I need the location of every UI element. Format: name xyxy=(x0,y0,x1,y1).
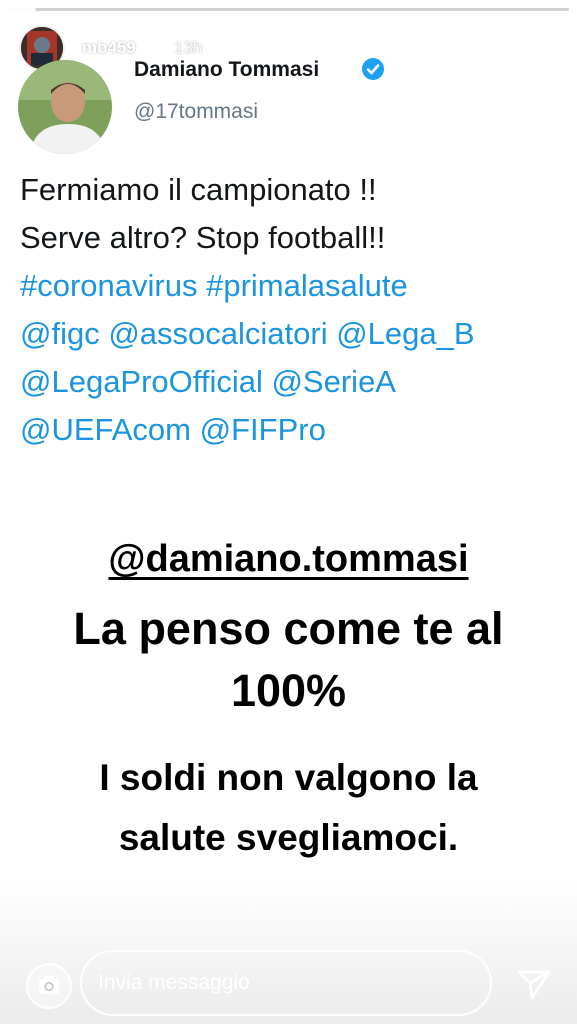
tweet-mentions: @LegaProOfficial @SerieA xyxy=(20,364,396,399)
story-text-line: 100% xyxy=(230,665,347,716)
story-text-large: La penso come te al 100% xyxy=(0,598,577,722)
tweet-author-avatar xyxy=(18,60,112,154)
camera-icon[interactable] xyxy=(26,963,72,1009)
tweet-author-handle: @17tommasi xyxy=(134,100,259,123)
story-progress-bar xyxy=(8,8,569,11)
tweet-body: Fermiamo il campionato !! Serve altro? S… xyxy=(20,166,575,454)
mention-text: @damiano.tommasi xyxy=(108,538,469,580)
story-text-line: I soldi non valgono la xyxy=(99,757,478,798)
story-text-small: I soldi non valgono la salute svegliamoc… xyxy=(0,748,577,868)
verified-badge-icon xyxy=(360,56,386,82)
close-icon[interactable] xyxy=(528,28,568,68)
story-text-line: La penso come te al xyxy=(73,603,504,654)
story-username[interactable]: mb459 xyxy=(82,38,136,58)
tweet-author-name: Damiano Tommasi xyxy=(134,58,320,81)
tweet-mentions: @UEFAcom @FIFPro xyxy=(20,412,326,447)
tweet-hashtags: #coronavirus #primalasalute xyxy=(20,268,408,303)
tweet-line: Fermiamo il campionato !! xyxy=(20,172,377,207)
story-mention-sticker[interactable]: @damiano.tommasi xyxy=(0,538,577,581)
message-input[interactable] xyxy=(80,950,492,1016)
story-timestamp: 13h xyxy=(174,38,203,57)
story-container: mb459 13h Damiano Tommasi @17tommasi Fer… xyxy=(0,0,577,1024)
story-progress-fill xyxy=(8,8,37,11)
send-icon[interactable] xyxy=(515,968,553,1000)
story-text-line: salute svegliamoci. xyxy=(118,817,459,858)
tweet-mentions: @figc @assocalciatori @Lega_B xyxy=(20,316,475,351)
tweet-line: Serve altro? Stop football!! xyxy=(20,220,386,255)
